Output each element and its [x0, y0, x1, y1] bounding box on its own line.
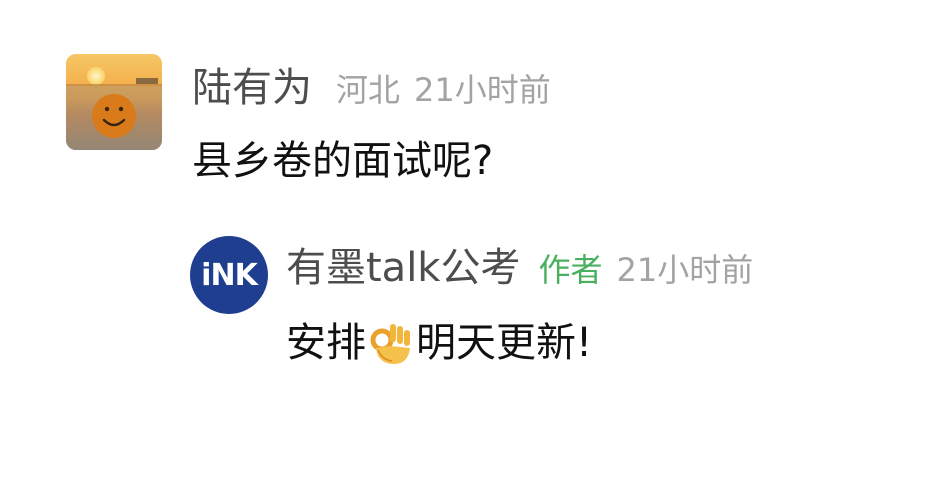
reply-text-after: 明天更新! [416, 320, 593, 366]
author-badge: 作者 [538, 251, 603, 289]
reply-text-before: 安排 [286, 320, 366, 366]
ink-logo-icon: iNK [201, 257, 258, 293]
user-avatar[interactable] [66, 54, 162, 150]
commenter-location: 河北 [336, 71, 401, 109]
sunset-smiley-avatar-icon [66, 54, 162, 150]
comment-timestamp: 21小时前 [414, 71, 551, 109]
reply-header: 有墨talk公考 作者 21小时前 [286, 242, 753, 294]
reply-timestamp: 21小时前 [616, 251, 754, 289]
comment-thread: 陆有为 河北 21小时前 县乡卷的面试呢? iNK 有墨talk公考 作者 21… [0, 0, 928, 480]
ok-hand-emoji-icon [370, 324, 410, 364]
author-avatar[interactable]: iNK [190, 236, 268, 314]
comment-body[interactable]: 县乡卷的面试呢? [192, 134, 493, 188]
comment-header: 陆有为 河北 21小时前 [192, 62, 551, 114]
author-name[interactable]: 有墨talk公考 [286, 242, 520, 294]
reply-body[interactable]: 安排 明天更新! [286, 316, 592, 370]
commenter-name[interactable]: 陆有为 [192, 62, 312, 114]
